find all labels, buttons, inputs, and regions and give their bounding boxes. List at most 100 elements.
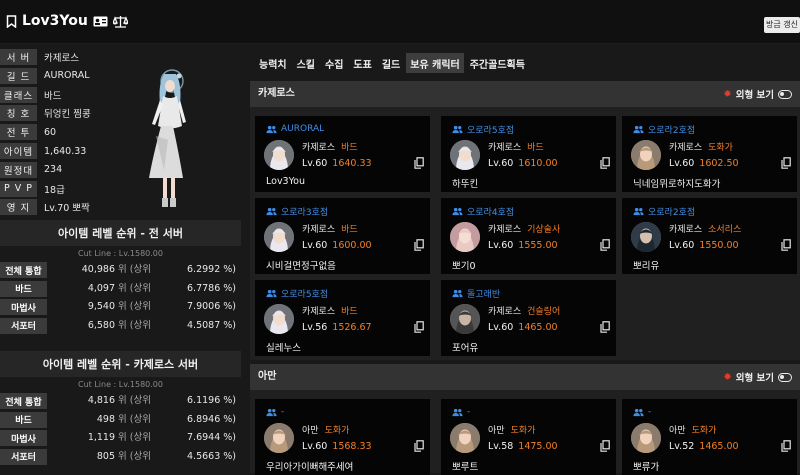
character-class: 도화가 [708,143,733,153]
rank-all-servers: 아이템 레벨 순위 - 전 서버 Cut Line : Lv.1580.00 전… [0,220,241,334]
profile-value: 18급 [44,184,65,196]
copy-icon[interactable] [600,157,610,169]
tab-item[interactable]: 수집 [321,53,347,73]
copy-icon[interactable] [781,157,791,169]
character-card[interactable]: 오로라4호점 카제로스 기상술사 Lv.60 1555.00 뽀기0 [441,198,616,274]
copy-icon[interactable] [781,440,791,452]
rank-all-cutline: Cut Line : Lv.1580.00 [78,248,163,258]
id-card-icon[interactable] [93,16,108,27]
character-server: 카제로스 건슬링어 [488,304,560,317]
rank-value: 6,580 위 (상위 [47,318,151,334]
appearance-toggle[interactable]: ✹ 외형 보기 [723,364,792,390]
item-level: 1568.33 [332,441,372,452]
portrait-icon [450,304,480,334]
rank-row: 바드 4,097 위 (상위 6.7786 %) [0,280,241,297]
copy-icon[interactable] [600,440,610,452]
portrait-icon [264,140,294,170]
level-value: Lv.60 [669,158,695,169]
refresh-button[interactable]: 방금 갱신 [764,17,800,33]
character-card[interactable]: - 아만 도화가 Lv.58 1475.00 뽀루트 [441,399,616,475]
rank-number: 40,986 [81,264,116,275]
guild-name: - [467,407,471,417]
character-card[interactable]: 오로라5호점 카제로스 바드 Lv.56 1526.67 실레누스 [255,280,430,356]
character-server: 카제로스 바드 [302,304,358,317]
server-name: 아만 [302,426,319,436]
guild-members-icon [452,125,463,133]
portrait-icon [631,423,661,453]
tab-item[interactable]: 주간골드획득 [466,53,529,73]
copy-icon[interactable] [414,321,424,333]
profile-label: P V P [0,180,37,197]
character-level: Lv.60 1568.33 [302,441,372,452]
character-guild: 오로라4호점 [452,205,515,218]
copy-icon[interactable] [414,157,424,169]
level-value: Lv.60 [488,240,514,251]
copy-icon[interactable] [600,239,610,251]
character-card[interactable]: AURORAL 카제로스 바드 Lv.60 1640.33 Lov3You [255,116,430,192]
character-card[interactable]: 오로라2호점 카제로스 도화가 Lv.60 1602.50 닉네임뮈로하지도화가 [622,116,797,192]
rank-value: 4,816 위 (상위 [47,393,151,409]
character-avatar [149,69,186,207]
guild-name: 오로라5호점 [467,125,515,136]
copy-icon[interactable] [600,321,610,333]
tab-item[interactable]: 도표 [349,53,375,73]
appearance-toggle[interactable]: ✹ 외형 보기 [723,81,792,107]
rank-number: 4,816 [87,395,116,406]
character-level: Lv.60 1610.00 [488,158,558,169]
rank-unit: 위 (상위 [118,395,151,406]
profile-label: 전 투 [0,124,37,141]
copy-icon[interactable] [414,440,424,452]
character-class: 바드 [341,225,358,235]
site-logo[interactable]: Lov3You [6,13,128,29]
level-value: Lv.52 [669,441,695,452]
character-guild: - [633,406,651,418]
profile-label: 아이템 [0,143,37,159]
rank-value: 40,986 위 (상위 [47,262,151,278]
character-server: 아만 도화가 [669,423,716,436]
character-portrait [631,140,661,170]
guild-members-icon [452,408,463,416]
tab-item[interactable]: 능력치 [255,53,291,73]
character-guild: 오로라5호점 [452,123,515,136]
guild-members-icon [266,207,277,215]
character-card[interactable]: - 아만 도화가 Lv.52 1465.00 뽀류가 [622,399,797,475]
character-guild: - [452,406,470,418]
toggle-icon[interactable] [778,89,792,99]
portrait-icon [264,222,294,252]
character-level: Lv.60 1602.50 [669,158,739,169]
guild-name: 오로라4호점 [467,207,515,218]
guild-name: AURORAL [281,124,325,134]
character-card[interactable]: 오로라3호점 카제로스 바드 Lv.60 1600.00 시비걸면정구없음 [255,198,430,274]
rank-percent: 6.2992 %) [187,264,236,275]
profile-row: 서 버 카제로스 [0,49,79,65]
character-card[interactable]: 돌고래반 카제로스 건슬링어 Lv.60 1465.00 포어유 [441,280,616,356]
character-level: Lv.58 1475.00 [488,441,558,452]
sun-icon: ✹ [723,371,732,383]
server-name: 카제로스 [302,225,336,235]
copy-icon[interactable] [781,239,791,251]
character-card[interactable]: - 아만 도화가 Lv.60 1568.33 우리아가이뻐해주세여 [255,399,430,475]
server-name: 카제로스 [302,307,336,317]
profile-label: 길 드 [0,67,37,84]
tab-item[interactable]: 보유 캐릭터 [406,53,464,73]
guild-members-icon [266,125,277,133]
character-class: 기상술사 [527,225,561,235]
character-card[interactable]: 오로라2호점 카제로스 소서리스 Lv.60 1550.00 뽀리유 [622,198,797,274]
character-server: 카제로스 바드 [302,140,358,153]
guild-name: 오로라2호점 [648,207,696,218]
profile-panel: 서 버 카제로스 길 드 AURORAL 클래스 바드 칭 호 뒤엉킨 찜콩 전 투 60 아이템 1… [0,44,241,473]
rank-unit: 위 (상위 [118,282,151,294]
guild-name: - [281,407,285,417]
copy-icon[interactable] [414,239,424,251]
scale-icon[interactable] [112,15,128,28]
portrait-icon [450,222,480,252]
level-value: Lv.60 [669,240,695,251]
character-name: 뽀기0 [452,261,476,272]
tab-item[interactable]: 스킬 [293,53,319,73]
character-guild: 오로라2호점 [633,123,695,136]
tab-item[interactable]: 길드 [378,53,404,73]
item-level: 1602.50 [699,158,739,169]
toggle-icon[interactable] [778,372,792,382]
character-card[interactable]: 오로라5호점 카제로스 바드 Lv.60 1610.00 하뚜킨 [441,116,616,192]
profile-label: 영 지 [0,199,37,216]
